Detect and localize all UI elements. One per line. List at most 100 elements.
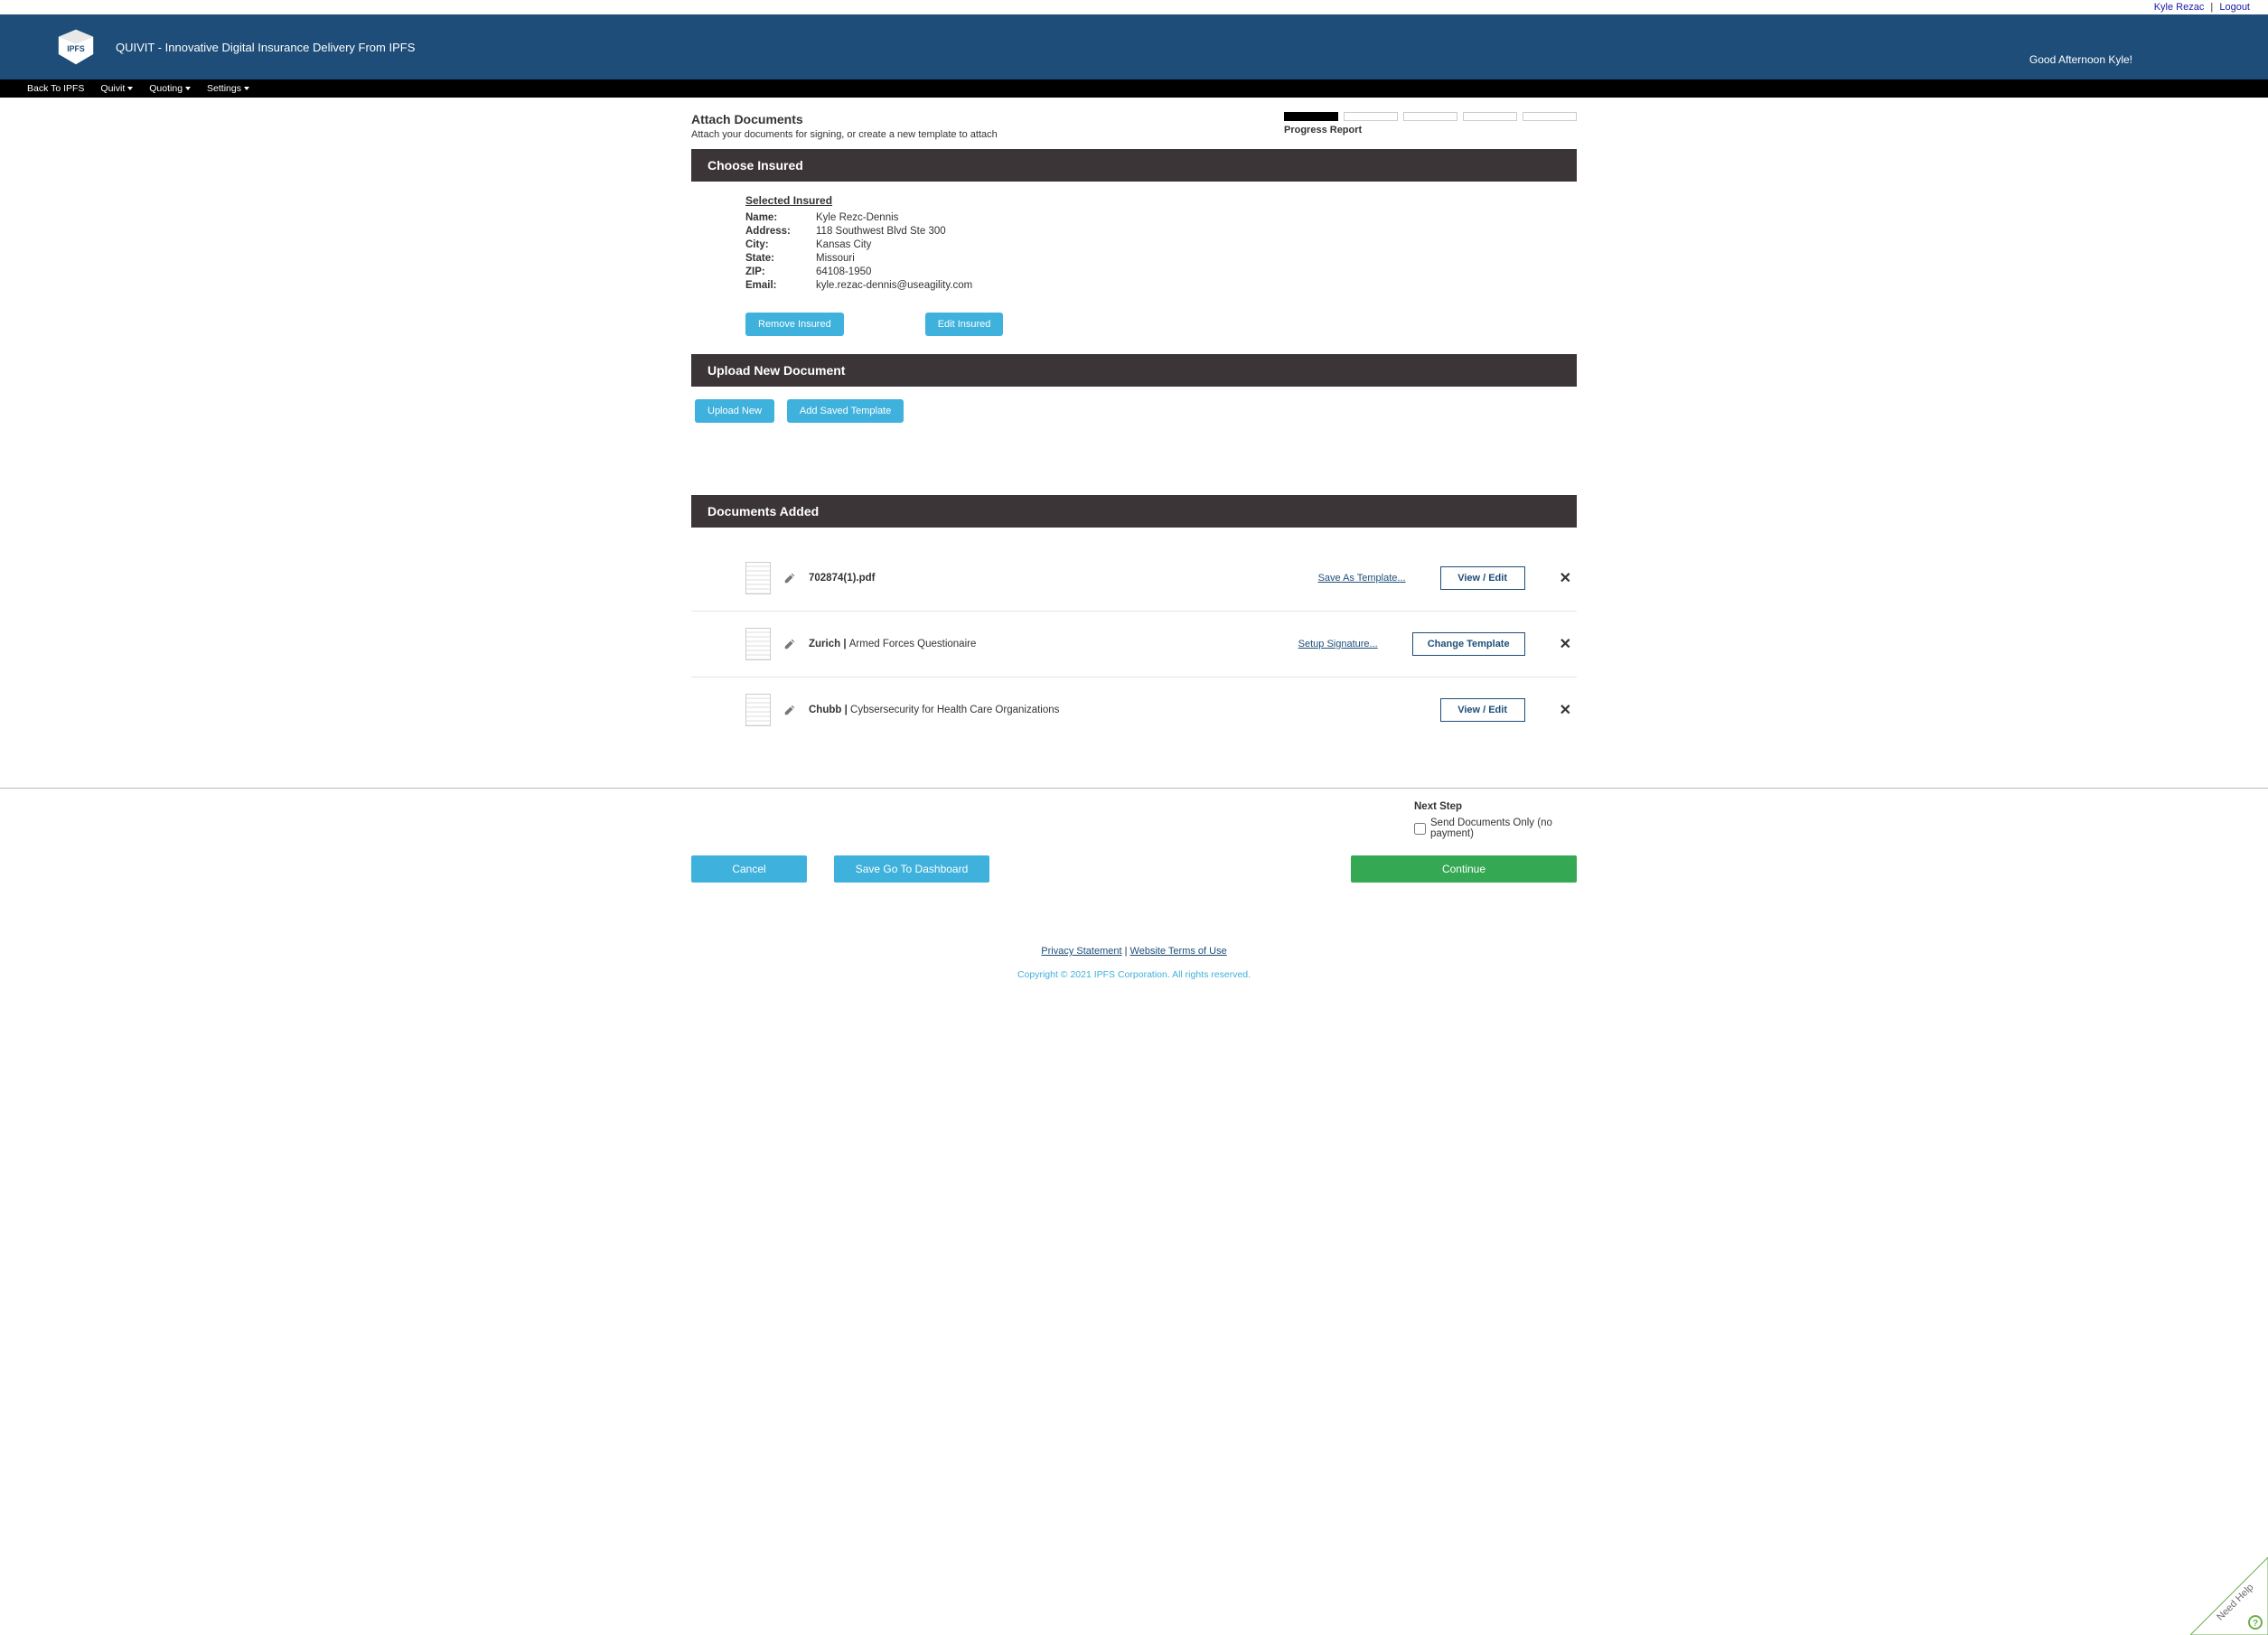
- page-heading-block: Attach Documents Attach your documents f…: [691, 112, 998, 149]
- progress-step-3: [1403, 112, 1457, 121]
- footer-bar: Next Step Send Documents Only (no paymen…: [0, 788, 2268, 910]
- title-row: Attach Documents Attach your documents f…: [691, 112, 1577, 149]
- change-template-button[interactable]: Change Template: [1412, 632, 1525, 656]
- value-zip: 64108-1950: [816, 266, 871, 277]
- header: IPFS QUIVIT - Innovative Digital Insuran…: [0, 14, 2268, 79]
- edit-insured-button[interactable]: Edit Insured: [925, 313, 1004, 336]
- label-name: Name:: [745, 212, 800, 223]
- section-choose-insured-body: Selected Insured Name: Kyle Rezc-Dennis A…: [691, 182, 1577, 354]
- setup-signature-link[interactable]: Setup Signature...: [1298, 639, 1378, 649]
- send-documents-only-checkbox[interactable]: [1414, 823, 1426, 835]
- nav-quivit-label: Quivit: [100, 83, 125, 94]
- nav-settings[interactable]: Settings: [207, 83, 249, 94]
- svg-text:?: ?: [2253, 1619, 2258, 1629]
- section-upload-header: Upload New Document: [691, 354, 1577, 387]
- privacy-statement-link[interactable]: Privacy Statement: [1041, 946, 1121, 957]
- chevron-down-icon: [185, 87, 191, 90]
- main-content: Attach Documents Attach your documents f…: [691, 112, 1577, 743]
- label-email: Email:: [745, 280, 800, 291]
- document-name: Chubb | Cybsersecurity for Health Care O…: [809, 705, 1059, 715]
- progress-step-5: [1523, 112, 1577, 121]
- document-name-bold: Zurich |: [809, 639, 849, 649]
- cancel-button[interactable]: Cancel: [691, 855, 807, 883]
- header-left: IPFS QUIVIT - Innovative Digital Insuran…: [54, 25, 415, 69]
- nav-settings-label: Settings: [207, 83, 241, 94]
- label-city: City:: [745, 239, 800, 250]
- section-choose-insured-header: Choose Insured: [691, 149, 1577, 182]
- view-edit-button[interactable]: View / Edit: [1440, 566, 1525, 590]
- nav-quoting-label: Quoting: [149, 83, 183, 94]
- document-name: 702874(1).pdf: [809, 573, 876, 584]
- progress-label: Progress Report: [1284, 125, 1577, 135]
- document-name-bold: Chubb |: [809, 705, 850, 715]
- progress-step-2: [1344, 112, 1398, 121]
- upload-button-row: Upload New Add Saved Template: [691, 387, 1577, 495]
- document-row: Chubb | Cybsersecurity for Health Care O…: [691, 677, 1577, 743]
- remove-document-icon[interactable]: ✕: [1560, 635, 1571, 653]
- chevron-down-icon: [127, 87, 133, 90]
- terms-of-use-link[interactable]: Website Terms of Use: [1130, 946, 1227, 957]
- send-docs-only-row: Send Documents Only (no payment): [1414, 818, 1577, 839]
- top-user-links: Kyle Rezac | Logout: [0, 0, 2268, 14]
- nav-quoting[interactable]: Quoting: [149, 83, 191, 94]
- continue-button[interactable]: Continue: [1351, 855, 1577, 883]
- value-state: Missouri: [816, 253, 855, 264]
- remove-document-icon[interactable]: ✕: [1560, 701, 1571, 719]
- footer-left-buttons: Cancel Save Go To Dashboard: [691, 855, 989, 883]
- nav-bar: Back To IPFS Quivit Quoting Settings: [0, 79, 2268, 98]
- remove-document-icon[interactable]: ✕: [1560, 569, 1571, 587]
- nav-back-to-ipfs[interactable]: Back To IPFS: [27, 83, 84, 94]
- save-as-template-link[interactable]: Save As Template...: [1318, 573, 1406, 584]
- copyright: Copyright © 2021 IPFS Corporation. All r…: [0, 969, 2268, 980]
- document-row: Zurich | Armed Forces Questionaire Setup…: [691, 611, 1577, 677]
- selected-insured-heading: Selected Insured: [745, 194, 1560, 207]
- page-title: Attach Documents: [691, 112, 998, 126]
- label-zip: ZIP:: [745, 266, 800, 277]
- label-state: State:: [745, 253, 800, 264]
- documents-list: 702874(1).pdf Save As Template... View /…: [691, 546, 1577, 743]
- view-edit-button[interactable]: View / Edit: [1440, 698, 1525, 722]
- insured-button-row: Remove Insured Edit Insured: [745, 313, 1560, 336]
- document-name-tail: Armed Forces Questionaire: [849, 639, 977, 649]
- selected-insured: Selected Insured Name: Kyle Rezc-Dennis A…: [745, 194, 1560, 336]
- progress-step-4: [1463, 112, 1517, 121]
- document-name-tail: Cybsersecurity for Health Care Organizat…: [850, 705, 1059, 715]
- user-link[interactable]: Kyle Rezac: [2154, 2, 2205, 13]
- edit-pencil-icon[interactable]: [783, 704, 796, 716]
- remove-insured-button[interactable]: Remove Insured: [745, 313, 844, 336]
- progress-boxes: [1284, 112, 1577, 121]
- progress-report: Progress Report: [1284, 112, 1577, 135]
- label-address: Address:: [745, 226, 800, 237]
- document-name-bold: 702874(1).pdf: [809, 573, 876, 584]
- next-step-label: Next Step: [1414, 801, 1577, 812]
- page-subtitle: Attach your documents for signing, or cr…: [691, 129, 998, 140]
- send-documents-only-label: Send Documents Only (no payment): [1430, 818, 1577, 839]
- legal-links: Privacy Statement | Website Terms of Use: [0, 946, 2268, 957]
- section-documents-added-header: Documents Added: [691, 495, 1577, 528]
- edit-pencil-icon[interactable]: [783, 638, 796, 650]
- value-name: Kyle Rezc-Dennis: [816, 212, 898, 223]
- nav-quivit[interactable]: Quivit: [100, 83, 133, 94]
- chevron-down-icon: [244, 87, 249, 90]
- svg-text:IPFS: IPFS: [67, 44, 85, 53]
- document-row: 702874(1).pdf Save As Template... View /…: [691, 546, 1577, 611]
- save-go-to-dashboard-button[interactable]: Save Go To Dashboard: [834, 855, 989, 883]
- value-email: kyle.rezac-dennis@useagility.com: [816, 280, 972, 291]
- document-thumbnail-icon: [745, 562, 771, 594]
- add-saved-template-button[interactable]: Add Saved Template: [787, 399, 904, 423]
- need-help-button[interactable]: Need Help ?: [2190, 1557, 2268, 1635]
- progress-step-1: [1284, 112, 1338, 121]
- footer-inner: Next Step Send Documents Only (no paymen…: [691, 801, 1577, 883]
- value-city: Kansas City: [816, 239, 871, 250]
- ipfs-logo-icon: IPFS: [54, 25, 98, 69]
- edit-pencil-icon[interactable]: [783, 572, 796, 584]
- app-title: QUIVIT - Innovative Digital Insurance De…: [116, 41, 415, 54]
- logout-link[interactable]: Logout: [2219, 2, 2250, 13]
- document-thumbnail-icon: [745, 694, 771, 726]
- value-address: 118 Southwest Blvd Ste 300: [816, 226, 946, 237]
- separator: |: [2210, 2, 2213, 13]
- footer-buttons: Cancel Save Go To Dashboard Continue: [691, 855, 1577, 883]
- greeting: Good Afternoon Kyle!: [2029, 28, 2241, 66]
- upload-new-button[interactable]: Upload New: [695, 399, 774, 423]
- document-thumbnail-icon: [745, 628, 771, 660]
